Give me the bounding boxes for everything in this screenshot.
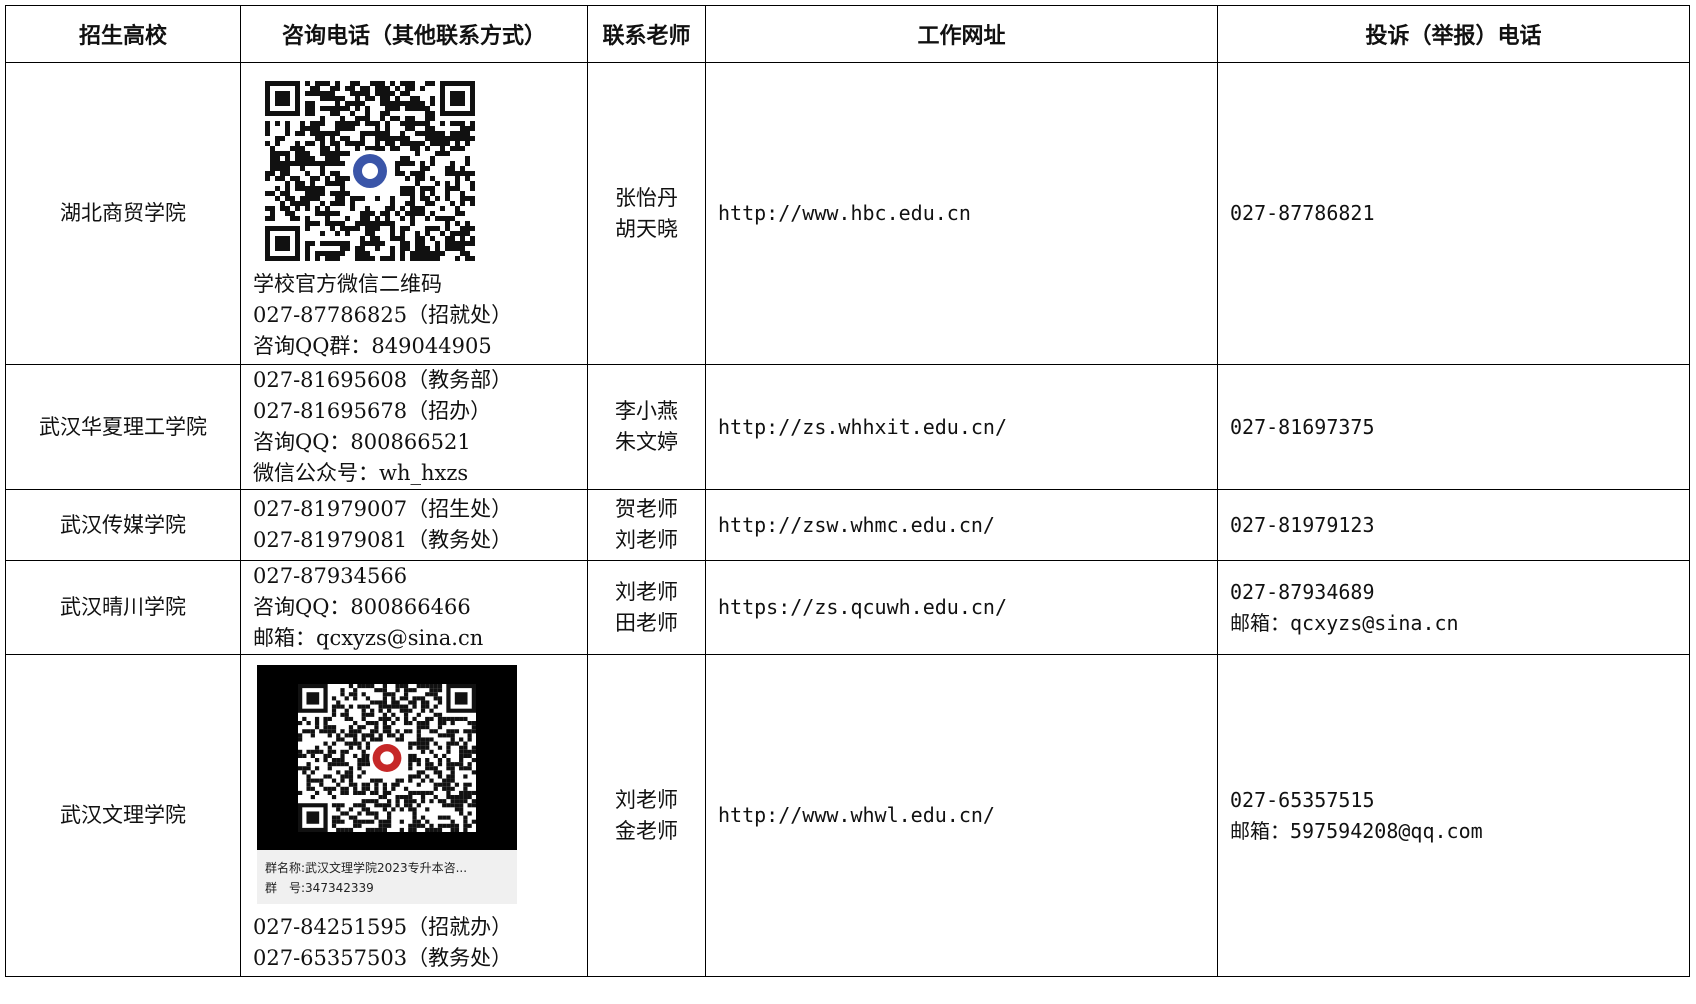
contact-cell: 027-81979007（招生处） 027-81979081（教务处） [240, 489, 588, 561]
header-website: 工作网址 [705, 5, 1218, 63]
complaint-line: 027-87934689 [1230, 579, 1375, 604]
header-row: 招生高校 咨询电话（其他联系方式） 联系老师 工作网址 投诉（举报）电话 [5, 5, 1690, 63]
contact-line: 027-84251595（招就办） [253, 915, 513, 939]
complaint-cell: 027-65357515 邮箱：597594208@qq.com [1217, 654, 1690, 977]
complaint-line: 邮箱：qcxyzs@sina.cn [1230, 610, 1459, 635]
table-row: 武汉华夏理工学院 027-81695608（教务部） 027-81695678（… [5, 364, 1690, 490]
school-name: 湖北商贸学院 [5, 62, 241, 365]
contact-line: 微信公众号：wh_hxzs [253, 461, 469, 485]
contact-line: 027-81979081（教务处） [253, 528, 513, 552]
complaint-line: 027-81979123 [1230, 512, 1375, 537]
teacher-name: 刘老师 [615, 579, 678, 604]
qr-caption: 群名称:武汉文理学院2023专升本咨... 群 号:347342339 [257, 850, 517, 904]
contact-line: 027-81695608（教务部） [253, 368, 513, 392]
teacher-name: 胡天晓 [615, 216, 678, 241]
teacher-cell: 张怡丹 胡天晓 [587, 62, 706, 365]
teacher-name: 贺老师 [615, 497, 678, 521]
teacher-name: 张怡丹 [615, 185, 678, 210]
contact-line: 027-65357503（教务处） [253, 946, 513, 970]
teacher-cell: 刘老师 金老师 [587, 654, 706, 977]
school-name: 武汉晴川学院 [5, 560, 241, 655]
complaint-line: 027-81697375 [1230, 414, 1375, 439]
contact-cell: 027-87934566 咨询QQ：800866466 邮箱：qcxyzs@si… [240, 560, 588, 655]
contact-cell: 群名称:武汉文理学院2023专升本咨... 群 号:347342339 027-… [240, 654, 588, 977]
school-name: 武汉文理学院 [5, 654, 241, 977]
teacher-name: 刘老师 [615, 528, 678, 552]
contact-line: 027-87934566 [253, 564, 408, 588]
teacher-name: 刘老师 [615, 787, 678, 812]
teacher-name: 朱文婷 [615, 430, 678, 454]
admission-contact-table-container: 招生高校 咨询电话（其他联系方式） 联系老师 工作网址 投诉（举报）电话 湖北商… [5, 5, 1690, 977]
contact-line: 咨询QQ群：849044905 [253, 334, 492, 358]
header-school: 招生高校 [5, 5, 241, 63]
qq-group-qr-code-icon [257, 665, 517, 850]
contact-cell: 学校官方微信二维码 027-87786825（招就处） 咨询QQ群：849044… [240, 62, 588, 365]
website-link[interactable]: http://zs.whhxit.edu.cn/ [705, 364, 1218, 490]
complaint-cell: 027-81697375 [1217, 364, 1690, 490]
contact-line: 咨询QQ：800866466 [253, 595, 471, 619]
header-teacher: 联系老师 [587, 5, 706, 63]
contact-line: 027-87786825（招就处） [253, 303, 513, 327]
contact-line: 027-81979007（招生处） [253, 497, 513, 521]
website-link[interactable]: http://zsw.whmc.edu.cn/ [705, 489, 1218, 561]
qr-group-name: 群名称:武汉文理学院2023专升本咨... [265, 861, 468, 875]
contact-line: 邮箱：qcxyzs@sina.cn [253, 626, 484, 650]
website-link[interactable]: http://www.hbc.edu.cn [705, 62, 1218, 365]
table-row: 湖北商贸学院 学校官方微信二维码 027-87786825（招就处） 咨询QQ群… [5, 62, 1690, 365]
teacher-name: 金老师 [615, 818, 678, 843]
complaint-line: 邮箱：597594208@qq.com [1230, 818, 1483, 843]
complaint-cell: 027-81979123 [1217, 489, 1690, 561]
teacher-cell: 贺老师 刘老师 [587, 489, 706, 561]
table-row: 武汉文理学院 群名称:武汉文理学院2023专升本咨... 群 号:3473423… [5, 654, 1690, 977]
wechat-qr-code-icon [253, 81, 575, 261]
header-contact: 咨询电话（其他联系方式） [240, 5, 588, 63]
complaint-cell: 027-87786821 [1217, 62, 1690, 365]
teacher-cell: 李小燕 朱文婷 [587, 364, 706, 490]
website-link[interactable]: https://zs.qcuwh.edu.cn/ [705, 560, 1218, 655]
contact-cell: 027-81695608（教务部） 027-81695678（招办） 咨询QQ：… [240, 364, 588, 490]
table-row: 武汉传媒学院 027-81979007（招生处） 027-81979081（教务… [5, 489, 1690, 561]
table-row: 武汉晴川学院 027-87934566 咨询QQ：800866466 邮箱：qc… [5, 560, 1690, 655]
qr-group-number: 群 号:347342339 [265, 881, 374, 895]
complaint-line: 027-87786821 [1230, 201, 1375, 225]
contact-line: 咨询QQ：800866521 [253, 430, 471, 454]
header-complaint: 投诉（举报）电话 [1217, 5, 1690, 63]
school-name: 武汉华夏理工学院 [5, 364, 241, 490]
teacher-cell: 刘老师 田老师 [587, 560, 706, 655]
contact-line: 027-81695678（招办） [253, 399, 492, 423]
teacher-name: 田老师 [615, 610, 678, 635]
teacher-name: 李小燕 [615, 399, 678, 423]
website-link[interactable]: http://www.whwl.edu.cn/ [705, 654, 1218, 977]
complaint-line: 027-65357515 [1230, 787, 1375, 812]
contact-line: 学校官方微信二维码 [253, 272, 442, 296]
qq-group-qr-card: 群名称:武汉文理学院2023专升本咨... 群 号:347342339 [257, 665, 517, 904]
admission-contact-table: 招生高校 咨询电话（其他联系方式） 联系老师 工作网址 投诉（举报）电话 湖北商… [5, 5, 1690, 977]
complaint-cell: 027-87934689 邮箱：qcxyzs@sina.cn [1217, 560, 1690, 655]
school-name: 武汉传媒学院 [5, 489, 241, 561]
